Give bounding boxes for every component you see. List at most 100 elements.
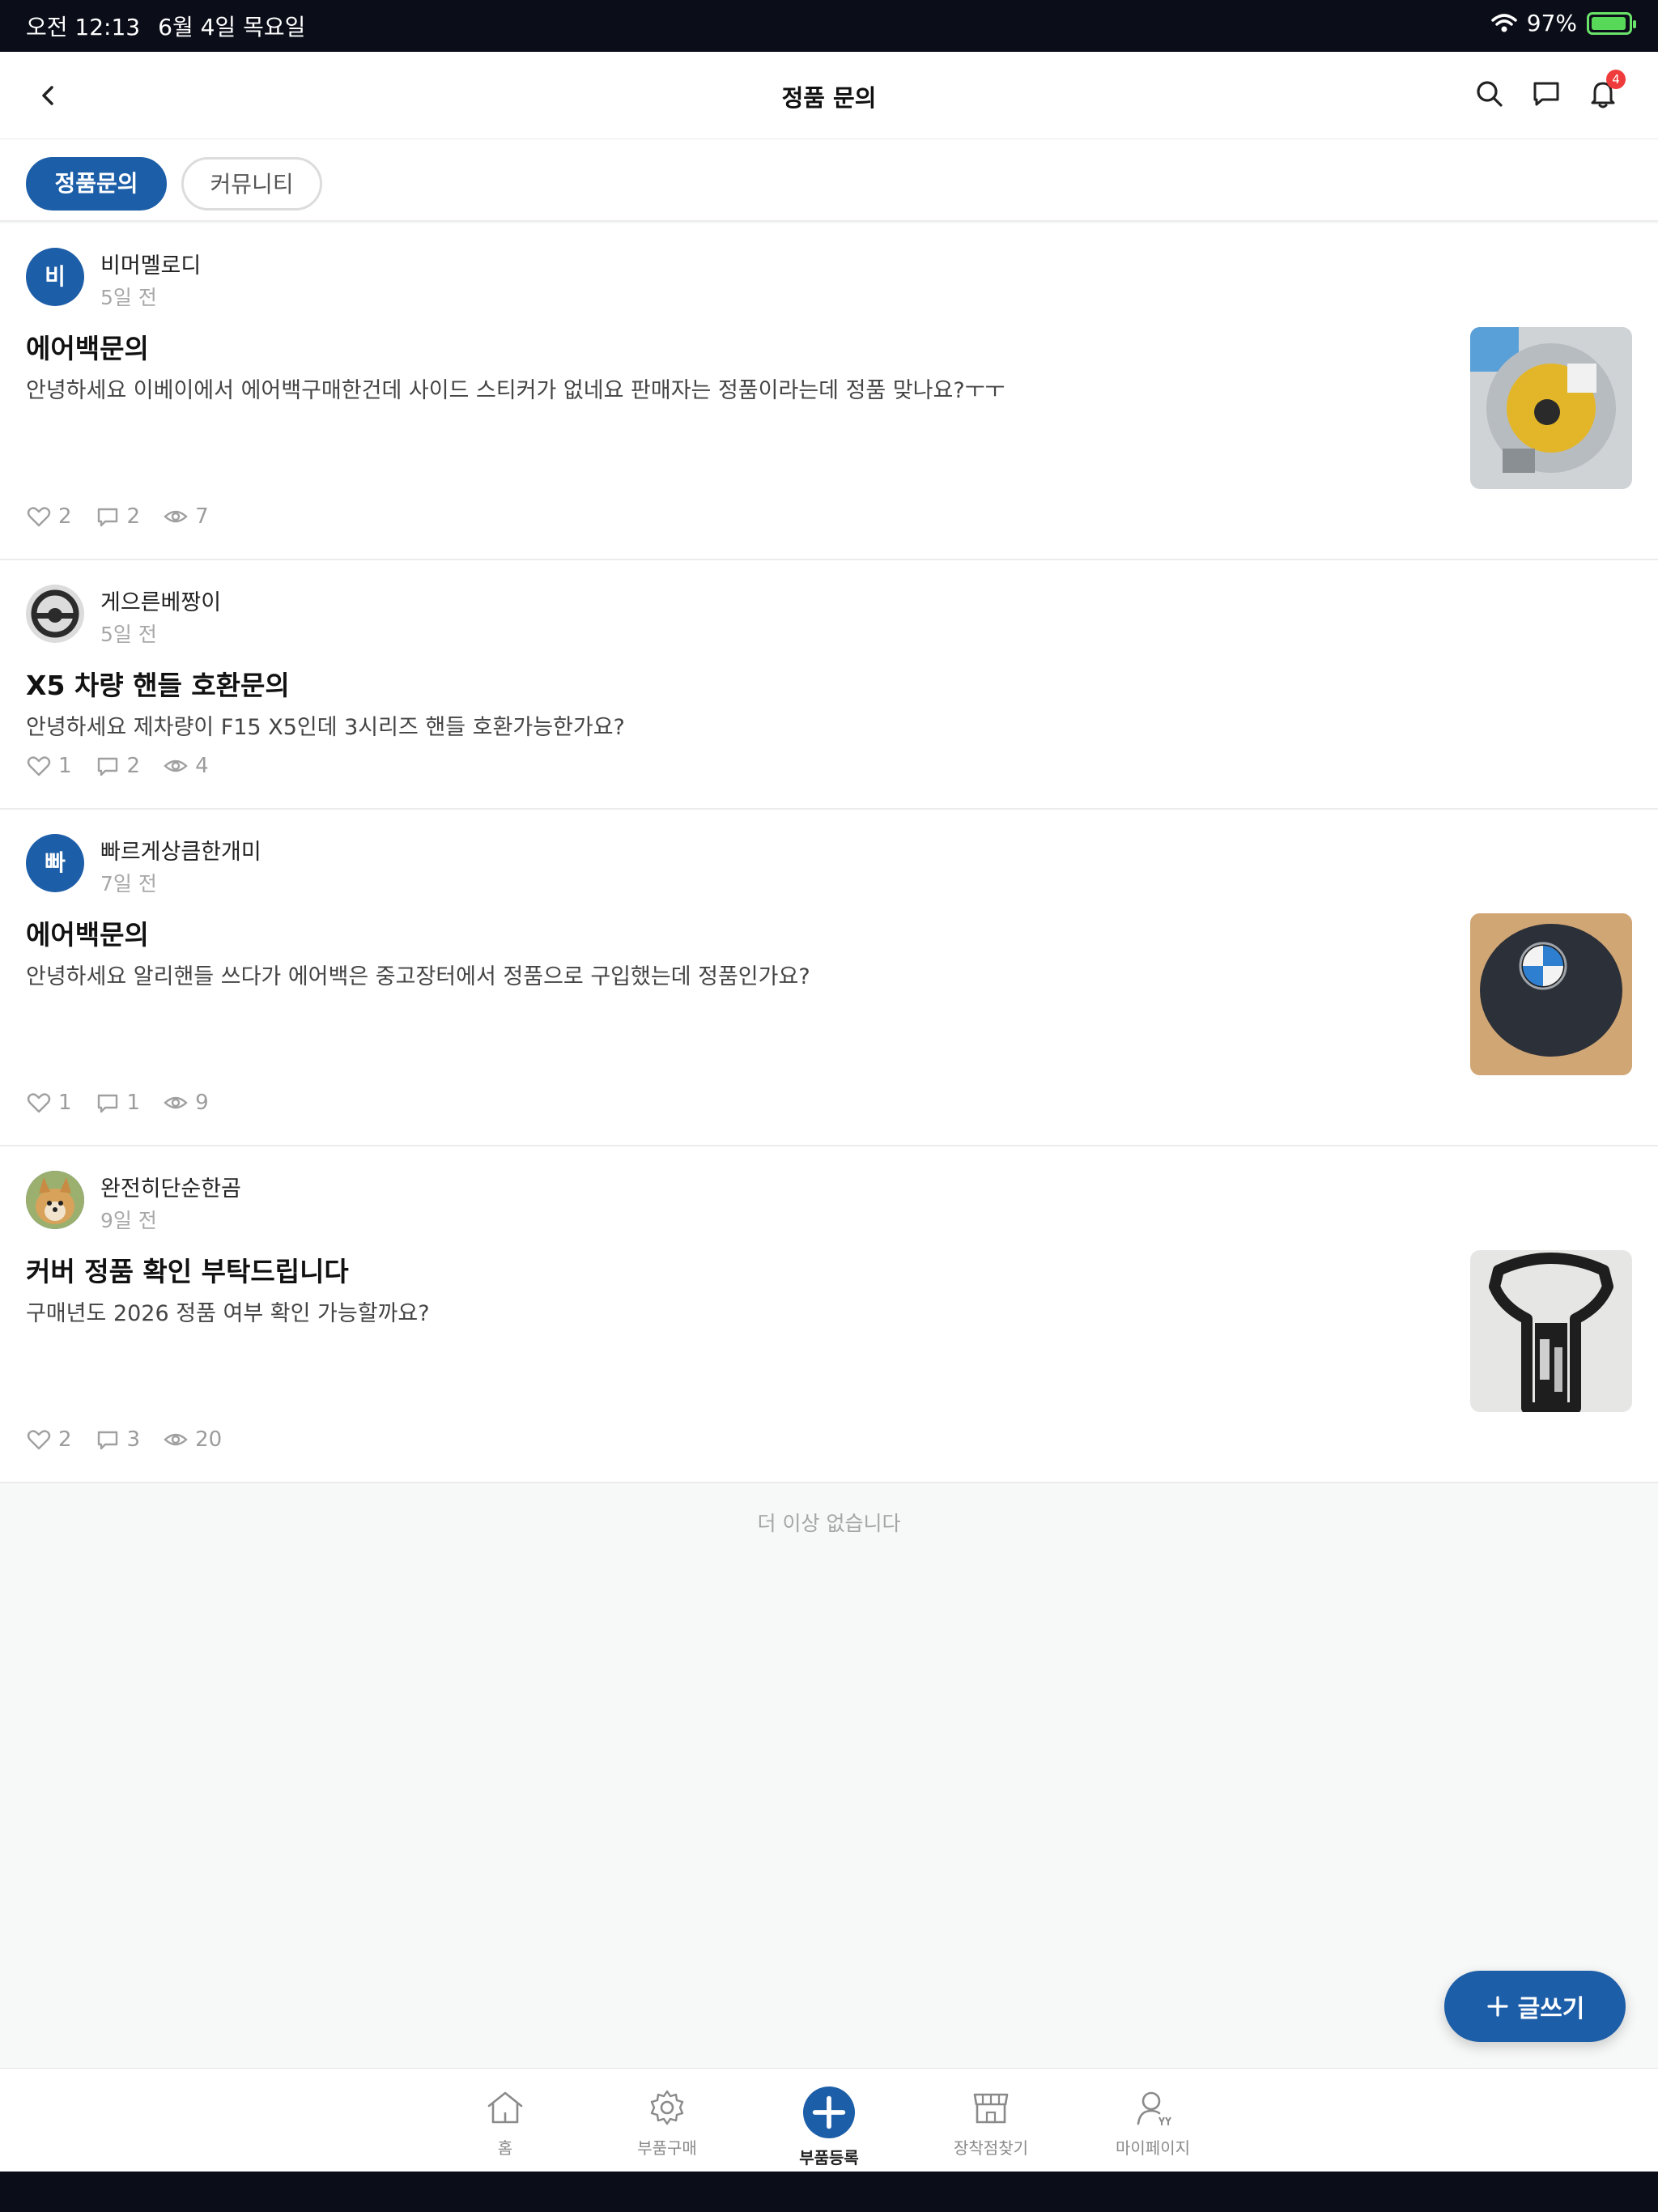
like-count[interactable]: 1 xyxy=(26,753,72,779)
app-header: 정품 문의 xyxy=(0,52,1658,139)
view-count-value: 7 xyxy=(195,504,209,529)
post-list: 비 비머멜로디 5일 전 에어백문의 안녕하세요 이베이에서 에어백구매한건데 … xyxy=(0,223,1658,1483)
heart-icon xyxy=(27,756,51,776)
status-time: 오전 12:13 xyxy=(26,14,141,40)
post-time: 7일 전 xyxy=(100,872,157,895)
nav-store-finder-label: 장착점찾기 xyxy=(954,2138,1028,2158)
comment-icon xyxy=(97,1094,117,1113)
post-title: 에어백문의 xyxy=(26,333,149,364)
page-title: 정품 문의 xyxy=(781,84,877,112)
view-count-value: 20 xyxy=(195,1427,223,1452)
write-post-label: 글쓰기 xyxy=(1517,1995,1585,2023)
post-author: 게으른베짱이 xyxy=(100,590,222,615)
comment-count: 1 xyxy=(95,1090,141,1116)
nav-my-page-label: 마이페이지 xyxy=(1116,2138,1190,2158)
avatar-steering-wheel xyxy=(26,585,84,643)
post-stats: 1 2 4 xyxy=(26,753,209,779)
post-time: 5일 전 xyxy=(100,623,157,646)
post-author: 비머멜로디 xyxy=(100,253,202,279)
tab-community[interactable]: 커뮤니티 xyxy=(181,157,322,211)
like-count[interactable]: 1 xyxy=(26,1090,72,1116)
post-body: 구매년도 2026 정품 여부 확인 가능할까요? xyxy=(26,1301,430,1326)
comment-count: 2 xyxy=(95,753,141,779)
bottom-navigation: 홈 부품구매 부품등록 장착점찾기 마이페이지 xyxy=(0,2068,1658,2172)
home-indicator-bar xyxy=(0,2172,1658,2212)
post-body: 안녕하세요 제차량이 F15 X5인데 3시리즈 핸들 호환가능한가요? xyxy=(26,715,625,740)
profile-icon xyxy=(1137,2091,1171,2125)
heart-icon xyxy=(27,1430,51,1450)
post-stats: 2 3 20 xyxy=(26,1427,222,1453)
nav-parts-register[interactable]: 부품등록 xyxy=(764,2087,894,2168)
comment-count-value: 2 xyxy=(126,754,141,778)
post-time: 5일 전 xyxy=(100,286,157,309)
like-count-value: 1 xyxy=(58,1091,72,1115)
notification-badge: 4 xyxy=(1606,70,1626,89)
nav-parts-register-label: 부품등록 xyxy=(799,2148,859,2167)
post-title: 커버 정품 확인 부탁드립니다 xyxy=(26,1256,349,1287)
chat-icon[interactable] xyxy=(1528,76,1564,112)
view-count: 9 xyxy=(163,1090,209,1116)
comment-count: 2 xyxy=(95,504,141,530)
nav-parts-buy[interactable]: 부품구매 xyxy=(602,2087,732,2159)
post-author: 빠르게상큼한개미 xyxy=(100,840,261,865)
plus-icon xyxy=(803,2087,855,2138)
battery-percent: 97% xyxy=(1526,10,1577,36)
status-bar: 오전 12:13 6월 4일 목요일 97% xyxy=(0,0,1658,52)
post-body: 안녕하세요 이베이에서 에어백구매한건데 사이드 스티커가 없네요 판매자는 정… xyxy=(26,378,1005,403)
view-count: 4 xyxy=(163,753,209,779)
post-title: X5 차량 핸들 호환문의 xyxy=(26,670,290,701)
post-thumbnail-steering-cover[interactable] xyxy=(1470,1250,1632,1412)
avatar-dog-photo xyxy=(26,1171,84,1229)
comment-icon xyxy=(97,1431,117,1450)
post-body: 안녕하세요 알리핸들 쓰다가 에어백은 중고장터에서 정품으로 구입했는데 정품… xyxy=(26,964,810,989)
like-count-value: 2 xyxy=(58,1427,72,1452)
eye-icon xyxy=(164,1433,188,1446)
tab-genuine-inquiry[interactable]: 정품문의 xyxy=(26,157,167,211)
eye-icon xyxy=(164,510,188,523)
nav-parts-buy-label: 부품구매 xyxy=(637,2138,697,2158)
post-thumbnail-airbag-module[interactable] xyxy=(1470,327,1632,489)
gear-icon xyxy=(650,2090,684,2125)
write-post-button[interactable]: 글쓰기 xyxy=(1444,1971,1626,2042)
post-item[interactable]: 빠 빠르게상큼한개미 7일 전 에어백문의 안녕하세요 알리핸들 쓰다가 에어백… xyxy=(0,810,1658,1146)
post-stats: 1 1 9 xyxy=(26,1090,209,1116)
heart-icon xyxy=(27,507,51,527)
eye-icon xyxy=(164,1096,188,1109)
wifi-icon xyxy=(1491,13,1517,32)
like-count[interactable]: 2 xyxy=(26,1427,72,1453)
nav-store-finder[interactable]: 장착점찾기 xyxy=(926,2087,1056,2159)
post-item[interactable]: 완전히단순한곰 9일 전 커버 정품 확인 부탁드립니다 구매년도 2026 정… xyxy=(0,1146,1658,1483)
view-count: 7 xyxy=(163,504,209,530)
comment-count: 3 xyxy=(95,1427,141,1453)
plus-icon xyxy=(1486,1996,1508,2017)
comment-count-value: 1 xyxy=(126,1091,141,1115)
post-author: 완전히단순한곰 xyxy=(100,1176,241,1202)
post-title: 에어백문의 xyxy=(26,919,149,951)
battery-icon xyxy=(1587,11,1636,35)
post-item[interactable]: 비 비머멜로디 5일 전 에어백문의 안녕하세요 이베이에서 에어백구매한건데 … xyxy=(0,223,1658,560)
category-tabs: 정품문의 커뮤니티 xyxy=(0,139,1658,222)
post-stats: 2 2 7 xyxy=(26,504,209,530)
nav-my-page[interactable]: 마이페이지 xyxy=(1088,2087,1218,2159)
nav-home-label: 홈 xyxy=(497,2138,513,2158)
end-of-list-text: 더 이상 없습니다 xyxy=(757,1512,901,1535)
avatar: 비 xyxy=(26,248,84,306)
comment-count-value: 3 xyxy=(126,1427,141,1452)
eye-icon xyxy=(164,759,188,772)
nav-home[interactable]: 홈 xyxy=(440,2087,570,2159)
view-count: 20 xyxy=(163,1427,222,1453)
store-icon xyxy=(973,2093,1009,2124)
post-time: 9일 전 xyxy=(100,1209,157,1232)
search-icon[interactable] xyxy=(1472,76,1507,112)
post-thumbnail-airbag-cover[interactable] xyxy=(1470,913,1632,1075)
comment-icon xyxy=(97,757,117,776)
view-count-value: 9 xyxy=(195,1091,209,1115)
view-count-value: 4 xyxy=(195,754,209,778)
post-item[interactable]: 게으른베짱이 5일 전 X5 차량 핸들 호환문의 안녕하세요 제차량이 F15… xyxy=(0,560,1658,810)
avatar: 빠 xyxy=(26,834,84,892)
like-count-value: 1 xyxy=(58,754,72,778)
comment-count-value: 2 xyxy=(126,504,141,529)
home-icon xyxy=(487,2091,523,2124)
status-date: 6월 4일 목요일 xyxy=(158,14,306,40)
like-count[interactable]: 2 xyxy=(26,504,72,530)
